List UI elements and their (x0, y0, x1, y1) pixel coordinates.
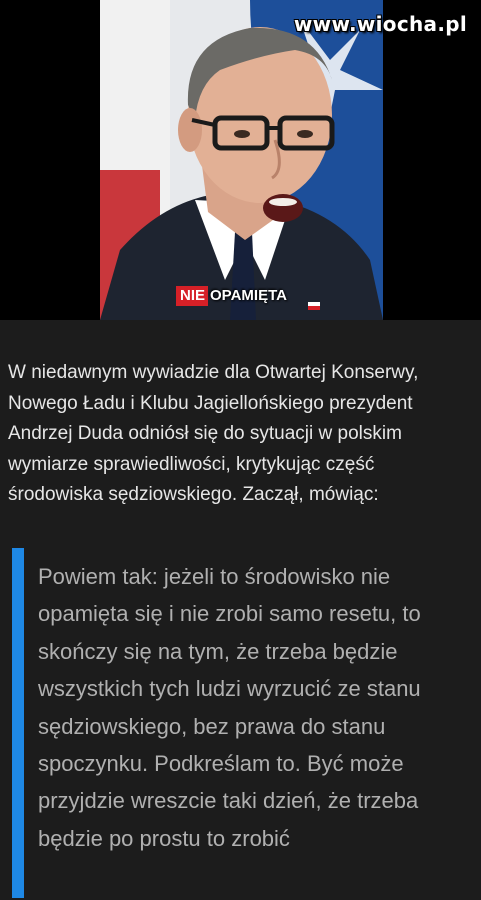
blockquote-bar (12, 548, 24, 898)
video-thumbnail-image (100, 0, 383, 320)
page: www.wiocha.pl NIE OPAMIĘTA W niedawnym w… (0, 0, 481, 900)
article-intro-paragraph: W niedawnym wywiadzie dla Otwartej Konse… (8, 362, 419, 505)
video-player[interactable]: www.wiocha.pl NIE OPAMIĘTA (0, 0, 481, 320)
caption-text: OPAMIĘTA (210, 287, 287, 304)
video-caption: NIE OPAMIĘTA (176, 286, 287, 306)
article-body: W niedawnym wywiadzie dla Otwartej Konse… (0, 320, 481, 900)
caption-highlight: NIE (176, 286, 209, 306)
blockquote-text: Powiem tak: jeżeli to środowisko nie opa… (38, 564, 421, 851)
video-thumbnail[interactable] (100, 0, 383, 320)
site-watermark: www.wiocha.pl (293, 12, 467, 36)
